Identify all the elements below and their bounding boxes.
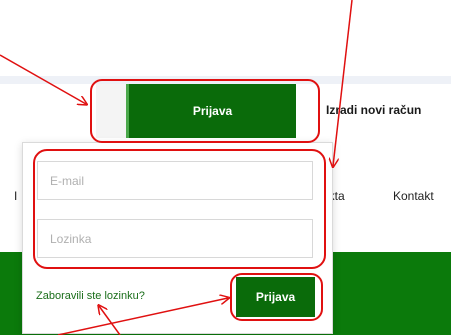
arrow-to-login-tab [0, 54, 86, 104]
arrow-to-forgot-link [99, 306, 121, 335]
arrow-to-login-fields [333, 0, 353, 166]
arrow-to-submit-button [57, 298, 228, 335]
annotation-arrows [0, 0, 353, 335]
